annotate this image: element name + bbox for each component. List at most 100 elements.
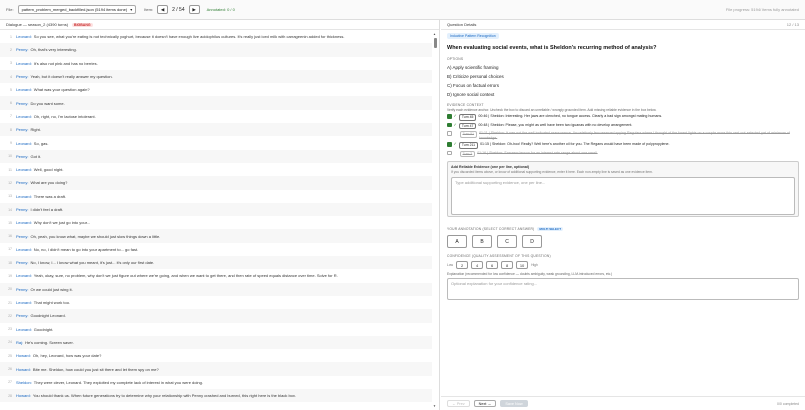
dialogue-scrollbar[interactable]: ▲ ▼ bbox=[433, 32, 437, 408]
dialogue-line: 2 Penny: Oh, that's very interesting. bbox=[0, 43, 432, 57]
evidence-checkbox[interactable] bbox=[447, 150, 452, 155]
line-text: What are you doing? bbox=[30, 180, 68, 186]
dialogue-line: 22 Penny: Goodnight Leonard. bbox=[0, 309, 432, 323]
line-text: So, gas. bbox=[33, 140, 49, 146]
line-text: That might work too. bbox=[33, 300, 71, 306]
option-item: C) Focus on factual errors bbox=[447, 83, 500, 88]
line-speaker: Leonard: bbox=[16, 273, 32, 279]
answer-button-b[interactable]: B bbox=[472, 235, 492, 248]
your-answer-label: YOUR ANNOTATION (SELECT CORRECT ANSWER) bbox=[447, 227, 535, 231]
dialogue-line: 11 Leonard: Well, good night. bbox=[0, 163, 432, 176]
question-text: When evaluating social events, what is S… bbox=[447, 45, 657, 51]
line-speaker: Leonard: bbox=[16, 140, 32, 146]
evidence-turn[interactable]: Turn 47 bbox=[458, 122, 477, 129]
line-number: 7 bbox=[10, 114, 12, 119]
scroll-down-icon[interactable]: ▼ bbox=[433, 404, 436, 408]
line-text: Oh, hey, Leonard, how was your date? bbox=[32, 353, 102, 359]
question-panel: Question Details 12 / 13 Inductive Patte… bbox=[441, 20, 805, 410]
dialogue-line: 10 Penny: Got it. bbox=[0, 149, 432, 163]
line-text: Got it. bbox=[30, 153, 42, 159]
line-speaker: Howard: bbox=[16, 393, 31, 399]
line-speaker: Leonard: bbox=[16, 34, 32, 40]
option-item: A) Apply scientific framing bbox=[447, 65, 499, 70]
dialogue-line: 14 Penny: I didn't feel a draft. bbox=[0, 202, 432, 217]
check-icon: ✓ bbox=[453, 141, 457, 146]
line-number: 22 bbox=[8, 313, 12, 318]
evidence-turn[interactable]: Turn 211 bbox=[458, 142, 479, 149]
add-evidence-hint: If you discarded items above, or know of… bbox=[451, 170, 653, 174]
confidence-button[interactable]: 6 bbox=[486, 261, 499, 269]
line-number: 27 bbox=[8, 380, 12, 385]
check-icon: ✓ bbox=[453, 121, 457, 127]
line-speaker: Penny: bbox=[16, 153, 29, 159]
evidence-text: 00:46 | Sheldon: Interesting. Her jaws a… bbox=[478, 114, 663, 118]
explanation-textarea[interactable]: Optional explanation for your confidence… bbox=[447, 278, 799, 300]
scroll-thumb[interactable] bbox=[434, 38, 437, 48]
dialogue-line: 8 Penny: Right. bbox=[0, 123, 432, 137]
next-button[interactable]: Next → bbox=[473, 400, 497, 407]
dialogue-line: 26 Howard: Bite me. Sheldon, how could you… bbox=[0, 362, 432, 376]
dialogue-line: 15 Leonard: Why don't we just go into your… bbox=[0, 216, 432, 229]
confidence-button[interactable]: 8 bbox=[501, 261, 514, 269]
add-evidence-title: Add Reliable Evidence (one per line, opt… bbox=[451, 165, 530, 169]
add-evidence-box: Add Reliable Evidence (one per line, opt… bbox=[447, 161, 799, 217]
evidence-checkbox[interactable] bbox=[447, 142, 452, 147]
evidence-turn[interactable]: Turn 3 bbox=[459, 150, 476, 157]
dialogue-lines[interactable]: 1 Leonard: So you see, what you're eating … bbox=[0, 30, 432, 410]
evidence-turn[interactable]: Turn 51 bbox=[459, 131, 478, 138]
line-number: 26 bbox=[8, 367, 12, 372]
line-speaker: Leonard: bbox=[16, 87, 32, 93]
dialogue-line: 4 Penny: Yeah, but it doesn't really answe… bbox=[0, 69, 432, 84]
scroll-up-icon[interactable]: ▲ bbox=[433, 32, 436, 36]
line-number: 4 bbox=[10, 74, 12, 79]
evidence-label: EVIDENCE CONTEXT bbox=[447, 103, 484, 107]
confidence-button[interactable]: 4 bbox=[471, 261, 484, 269]
evidence-checkbox[interactable] bbox=[447, 122, 452, 127]
dialogue-line: 20 Penny: Or we could just wing it. bbox=[0, 282, 432, 296]
save-now-button[interactable]: Save Now bbox=[500, 400, 528, 407]
file-label: File: bbox=[6, 7, 14, 12]
line-number: 23 bbox=[8, 327, 12, 332]
line-text: They were clever, Leonard. They exploite… bbox=[33, 379, 203, 385]
answer-button-c[interactable]: C bbox=[497, 235, 517, 248]
line-text: No, no, I didn't mean to go into your ap… bbox=[33, 246, 139, 252]
evidence-item: Turn 51 01:11 | Sheldon: It was not the w… bbox=[447, 131, 799, 140]
next-item-button[interactable]: ▶ bbox=[188, 5, 200, 14]
evidence-item: Turn 3 01:16 | Sheldon: Sarcasm lesson fo… bbox=[447, 150, 799, 157]
line-text: Well, good night. bbox=[33, 167, 64, 173]
line-speaker: Penny: bbox=[16, 207, 29, 212]
confidence-button[interactable]: 10 bbox=[516, 261, 529, 269]
line-number: 17 bbox=[8, 247, 12, 252]
line-speaker: Penny: bbox=[16, 47, 29, 53]
line-number: 28 bbox=[8, 393, 12, 398]
answer-button-a[interactable]: A bbox=[447, 235, 467, 248]
evidence-text: 01:15 | Sheldon: Oh-hoo! Really? Well he… bbox=[480, 142, 670, 146]
confidence-button[interactable]: 2 bbox=[456, 261, 469, 269]
confidence-row: Low 2 4 6 8 10 High bbox=[447, 261, 799, 269]
line-text: You should thank us. When future generat… bbox=[32, 393, 297, 399]
confidence-high-label: High bbox=[531, 263, 538, 267]
line-number: 21 bbox=[8, 300, 12, 305]
line-text: Yeah, okay, sure, no problem, why don't … bbox=[33, 273, 338, 279]
evidence-checkbox[interactable] bbox=[447, 114, 452, 119]
line-speaker: Howard: bbox=[16, 366, 31, 372]
line-text: I didn't feel a draft. bbox=[30, 207, 64, 212]
line-speaker: Leonard: bbox=[16, 300, 32, 306]
file-select-value: pattern_problem_merged_backfilled.json (… bbox=[21, 7, 128, 12]
line-number: 18 bbox=[8, 260, 12, 265]
line-number: 15 bbox=[8, 220, 12, 225]
dialogue-panel: Dialogue — season_2 (4390 turns) BIGBANG… bbox=[0, 20, 440, 410]
evidence-checkbox[interactable] bbox=[447, 131, 452, 136]
prev-button[interactable]: ← Prev bbox=[447, 400, 470, 407]
line-speaker: Howard: bbox=[16, 353, 31, 359]
file-select[interactable]: pattern_problem_merged_backfilled.json (… bbox=[17, 5, 137, 14]
line-number: 24 bbox=[8, 340, 12, 345]
line-speaker: Leonard: bbox=[16, 220, 32, 226]
line-speaker: Leonard: bbox=[16, 326, 32, 332]
evidence-turn[interactable]: Turn 45 bbox=[458, 114, 477, 121]
answer-button-d[interactable]: D bbox=[522, 235, 542, 248]
dialogue-line: 17 Leonard: No, no, I didn't mean to go in… bbox=[0, 243, 432, 256]
dialogue-line: 18 Penny: No, I know, I... I know what you… bbox=[0, 256, 432, 270]
prev-item-button[interactable]: ◀ bbox=[157, 5, 169, 14]
add-evidence-textarea[interactable]: Type additional supporting evidence, one… bbox=[451, 177, 795, 215]
